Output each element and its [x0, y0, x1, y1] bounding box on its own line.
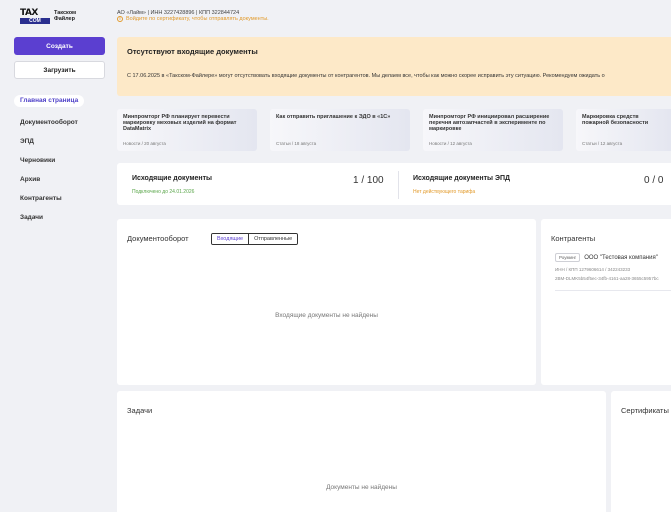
news-meta: Новости / 12 августа [429, 141, 472, 146]
news-title: Маркировка средств пожарной безопасности [582, 114, 649, 126]
tasks-empty: Документы не найдены [326, 484, 397, 491]
tasks-title: Задачи [127, 406, 153, 415]
outgoing-docs-title: Исходящие документы [132, 175, 213, 182]
upload-button[interactable]: Загрузить [14, 61, 105, 79]
logo[interactable]: TAX COM Такском Файлер [20, 8, 76, 24]
contractor-name[interactable]: ООО "Тестовая компания" [584, 255, 658, 261]
sidebar-item-docflow[interactable]: Документооборот [14, 114, 109, 133]
contractor-divider [555, 290, 671, 291]
news-card[interactable]: Маркировка средств пожарной безопасности… [576, 109, 671, 151]
alert-text: С 17.06.2025 в «Такском-Файлере» могут о… [127, 73, 605, 79]
sidebar-item-drafts[interactable]: Черновики [14, 152, 109, 171]
tab-incoming[interactable]: Входящие [212, 234, 250, 244]
contractors-panel: Контрагенты Роуминг ООО "Тестовая компан… [541, 219, 671, 385]
certificates-panel: Сертификаты [611, 391, 671, 512]
contractors-title[interactable]: Контрагенты [551, 234, 595, 243]
news-title: Минпромторг РФ планирует перевести марки… [123, 114, 237, 132]
alert-banner: Отсутствуют входящие документы С 17.06.2… [117, 37, 671, 96]
certificates-title[interactable]: Сертификаты [621, 406, 669, 415]
news-meta: Статьи / 12 августа [582, 141, 623, 146]
outgoing-epd-sub: Нет действующего тарифа [413, 189, 476, 195]
certificate-warning[interactable]: ! Войдите по сертификату, чтобы отправля… [117, 16, 269, 22]
logo-name-line2: Файлер [54, 16, 75, 22]
news-card[interactable]: Минпромторг РФ инициировал расширение пе… [423, 109, 563, 151]
contractor-item[interactable]: Роуминг ООО "Тестовая компания" [555, 253, 658, 262]
docflow-tabs: Входящие Отправленные [211, 233, 299, 245]
stats-divider [398, 171, 399, 199]
alert-title: Отсутствуют входящие документы [127, 47, 258, 56]
logo-text: Такском Файлер [54, 10, 76, 22]
certificate-warning-text[interactable]: Войдите по сертификату, чтобы отправлять… [126, 16, 269, 22]
news-title: Как отправить приглашение к ЭДО в «1С» [276, 114, 391, 120]
news-title: Минпромторг РФ инициировал расширение пе… [429, 114, 550, 132]
sidebar-item-archive[interactable]: Архив [14, 171, 109, 190]
sidebar-item-contractors[interactable]: Контрагенты [14, 190, 109, 209]
logo-com: COM [20, 18, 50, 24]
docflow-title: Документооборот [127, 234, 189, 243]
sidebar-item-tasks[interactable]: Задачи [14, 209, 109, 228]
news-meta: Статьи / 18 августа [276, 141, 317, 146]
docflow-panel: Документооборот Входящие Отправленные Вх… [117, 219, 536, 385]
outgoing-epd-title: Исходящие документы ЭПД [413, 175, 510, 182]
tasks-panel: Задачи Документы не найдены [117, 391, 606, 512]
docflow-empty: Входящие документы не найдены [275, 312, 378, 319]
sidebar-nav: Главная страница Документооборот ЭПД Чер… [14, 95, 109, 228]
roaming-badge: Роуминг [555, 253, 581, 262]
info-icon: ! [117, 16, 123, 22]
outgoing-epd-count: 0 / 0 [644, 175, 664, 186]
outgoing-docs-sub: Подключено до 24.01.2026 [132, 189, 195, 195]
stats-bar: Исходящие документы Подключено до 24.01.… [117, 163, 671, 205]
taxcom-logo-icon: TAX COM [20, 8, 50, 24]
news-card[interactable]: Минпромторг РФ планирует перевести марки… [117, 109, 257, 151]
sidebar-item-home[interactable]: Главная страница [14, 95, 85, 107]
news-meta: Новости / 20 августа [123, 141, 166, 146]
sidebar-item-epd[interactable]: ЭПД [14, 133, 109, 152]
logo-tax: TAX [20, 8, 38, 18]
outgoing-docs-count: 1 / 100 [353, 175, 384, 186]
contractor-id: 2BM-DLMK5b54f5ec-34fb-4161-aa28-3655c595… [555, 276, 659, 281]
tab-sent[interactable]: Отправленные [249, 234, 298, 244]
create-button[interactable]: Создать [14, 37, 105, 55]
news-card[interactable]: Как отправить приглашение к ЭДО в «1С» С… [270, 109, 410, 151]
contractor-inn: ИНН / КПП 1279606614 / 342243233 [555, 267, 631, 272]
sidebar: TAX COM Такском Файлер Создать Загрузить… [0, 0, 113, 512]
